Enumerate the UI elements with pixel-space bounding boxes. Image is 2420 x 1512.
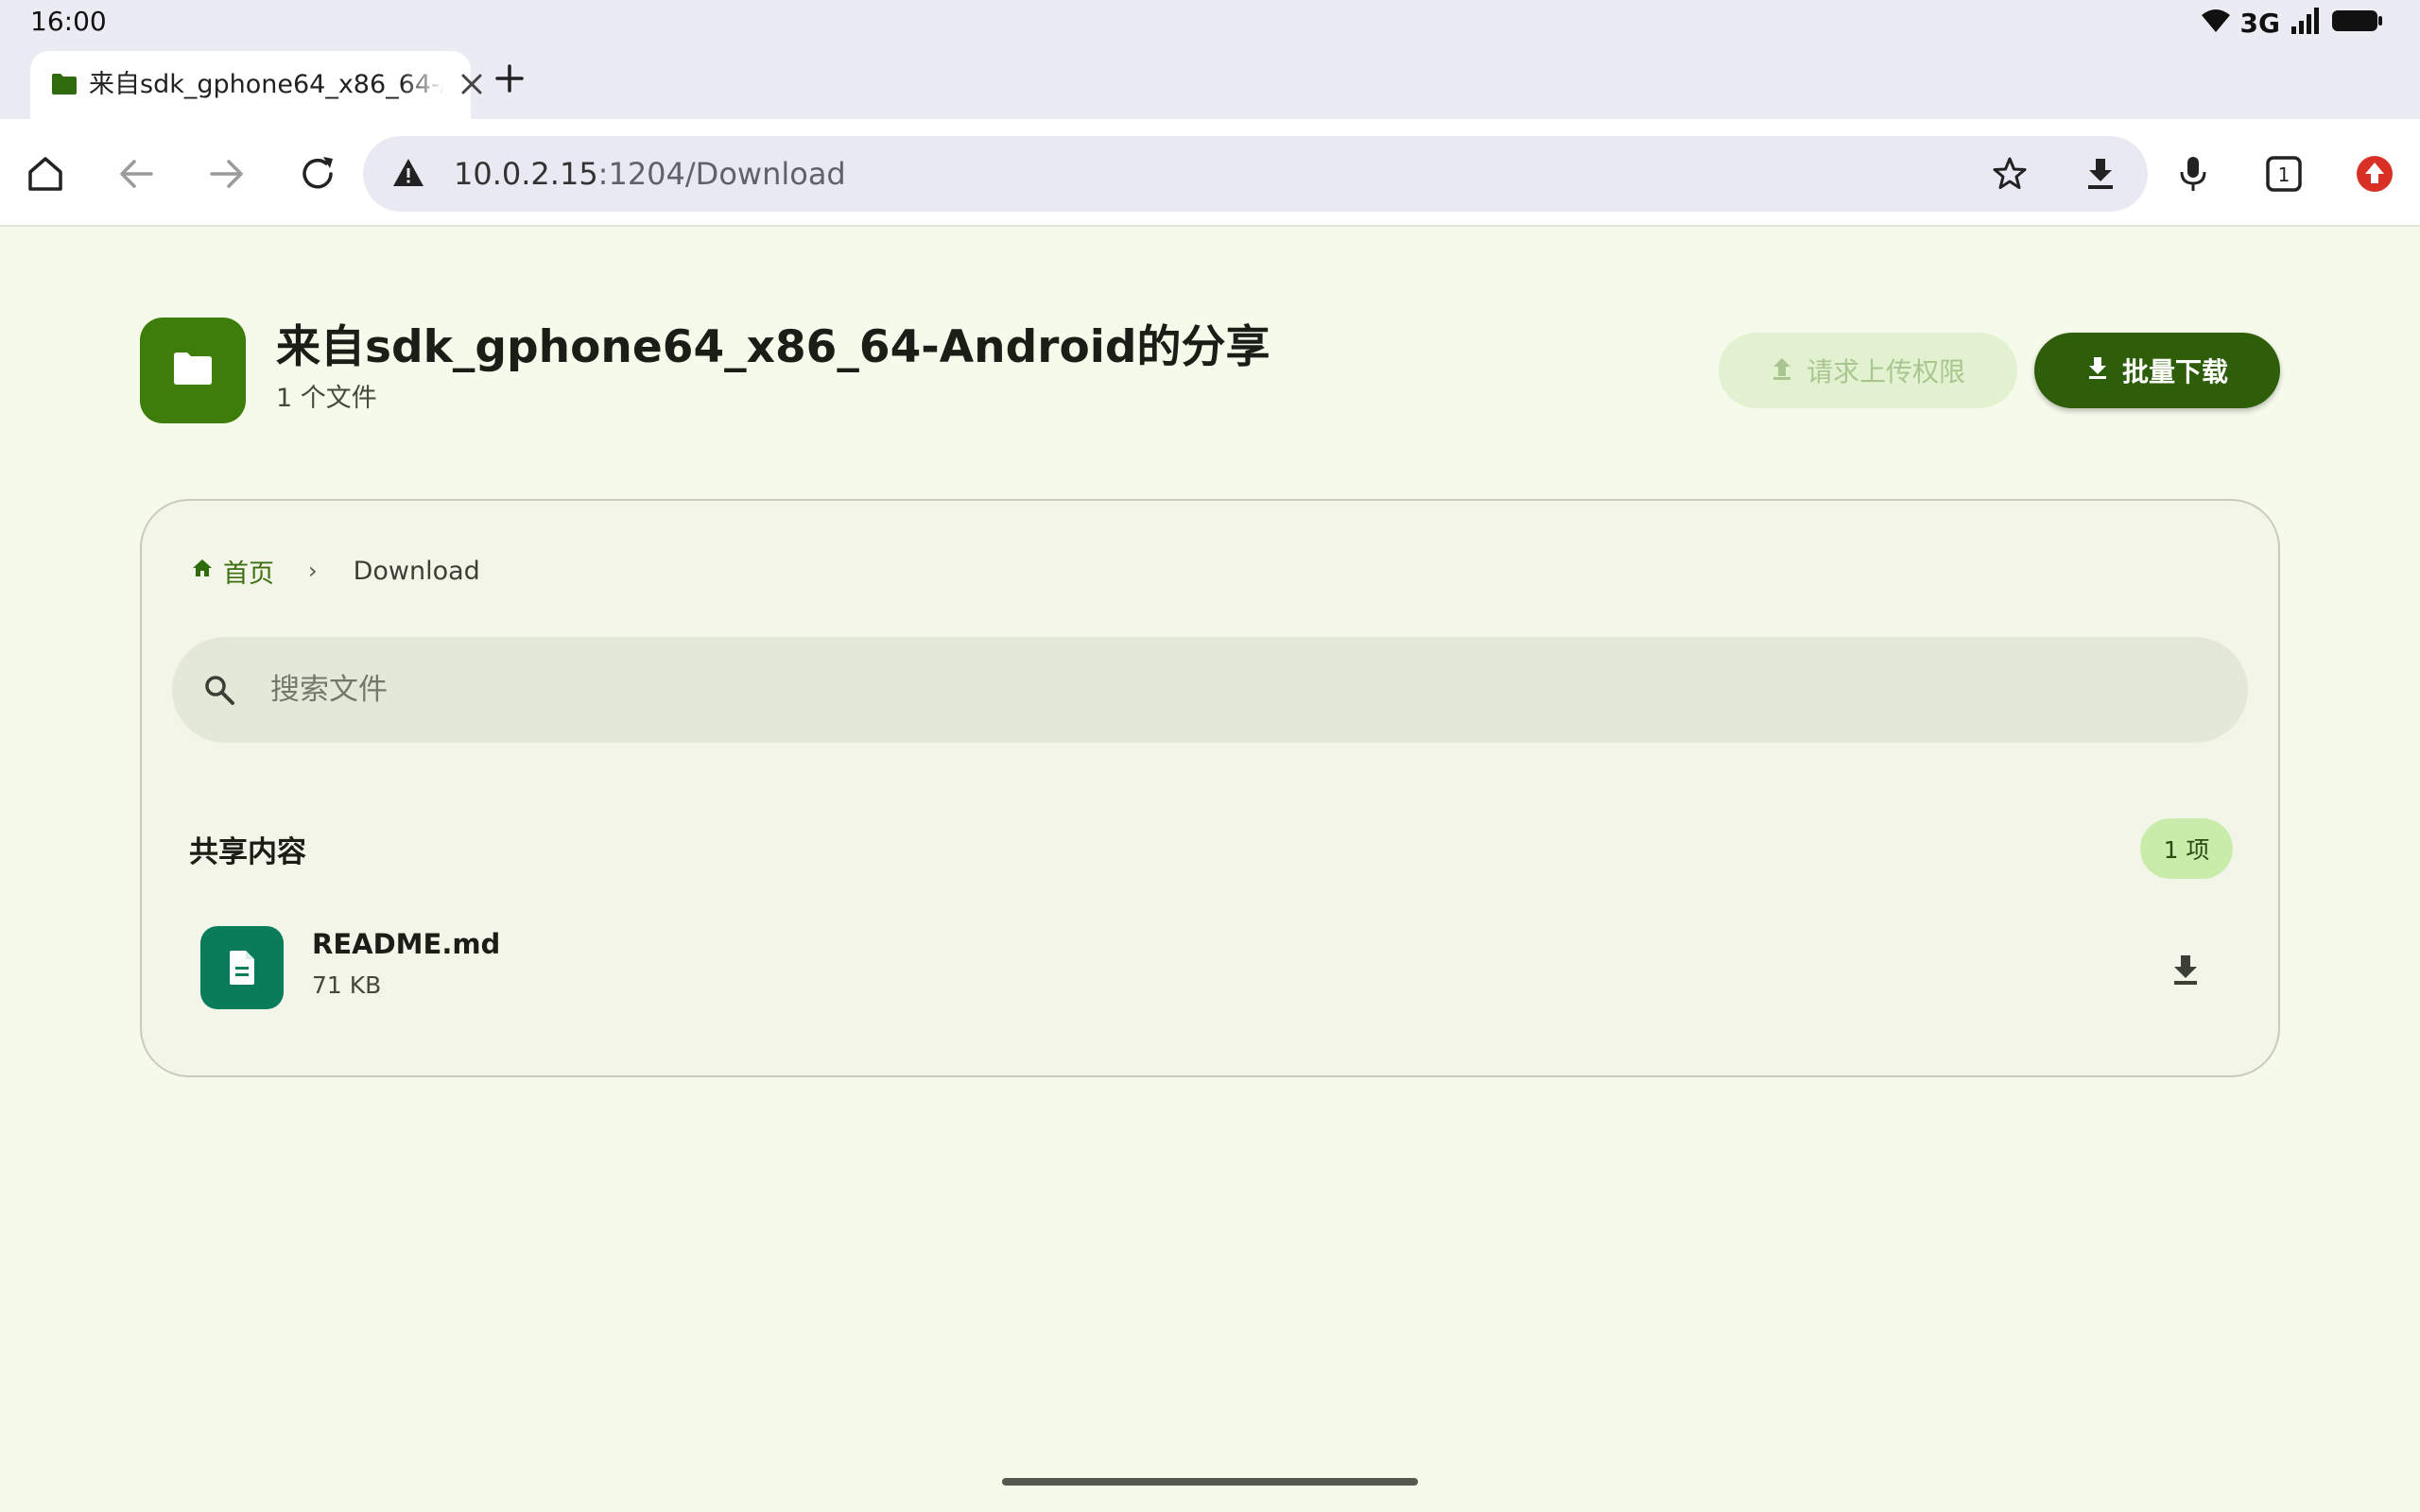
search-bar[interactable] bbox=[172, 637, 2248, 743]
request-upload-button[interactable]: 请求上传权限 bbox=[1719, 333, 2017, 408]
browser-toolbar: 10.0.2.15:1204/Download 1 bbox=[0, 119, 2420, 227]
tab-switcher-icon[interactable]: 1 bbox=[2263, 153, 2305, 195]
gesture-home-indicator[interactable] bbox=[1002, 1478, 1418, 1486]
section-title: 共享内容 bbox=[189, 835, 306, 869]
breadcrumb: 首页 › Download bbox=[191, 552, 480, 590]
breadcrumb-current: Download bbox=[353, 556, 480, 586]
url-host: 10.0.2.15 bbox=[454, 156, 598, 192]
home-icon[interactable] bbox=[25, 153, 66, 195]
mic-icon[interactable] bbox=[2172, 153, 2214, 195]
search-input[interactable] bbox=[270, 663, 2161, 716]
search-icon bbox=[202, 673, 236, 711]
batch-download-button[interactable]: 批量下载 bbox=[2034, 333, 2280, 408]
star-icon[interactable] bbox=[1991, 155, 2029, 197]
download-icon bbox=[2086, 355, 2109, 387]
batch-download-label: 批量下载 bbox=[2121, 356, 2228, 387]
download-icon[interactable] bbox=[2082, 155, 2119, 197]
close-icon[interactable] bbox=[458, 70, 486, 102]
address-bar[interactable]: 10.0.2.15:1204/Download bbox=[363, 136, 2148, 212]
url-text[interactable]: 10.0.2.15:1204/Download bbox=[454, 155, 846, 193]
network-type: 3G bbox=[2239, 7, 2280, 39]
plus-icon[interactable] bbox=[493, 62, 526, 98]
status-icons: 3G bbox=[2201, 7, 2384, 39]
folder-icon bbox=[172, 351, 214, 390]
browser-tab[interactable]: 来自sdk_gphone64_x86_64-Android的分享 bbox=[30, 51, 482, 119]
back-icon[interactable] bbox=[115, 153, 157, 195]
wifi-icon bbox=[2201, 8, 2231, 38]
home-icon bbox=[191, 557, 214, 586]
status-bar: 16:00 3G bbox=[0, 0, 2420, 43]
folder-icon bbox=[51, 72, 78, 100]
tab-title: 来自sdk_gphone64_x86_64-Android的分享 bbox=[89, 70, 444, 99]
breadcrumb-home-label: 首页 bbox=[223, 558, 274, 589]
folder-badge bbox=[140, 318, 246, 423]
file-download-icon[interactable] bbox=[2165, 949, 2206, 990]
breadcrumb-home[interactable]: 首页 bbox=[191, 553, 274, 590]
document-icon bbox=[200, 926, 284, 1009]
file-size: 71 KB bbox=[312, 971, 382, 999]
tab-strip: 来自sdk_gphone64_x86_64-Android的分享 bbox=[0, 43, 2420, 119]
upload-label: 请求上传权限 bbox=[1806, 356, 1965, 387]
file-name[interactable]: README.md bbox=[312, 928, 500, 960]
breadcrumb-separator: › bbox=[308, 558, 318, 584]
item-count-badge: 1 项 bbox=[2140, 818, 2233, 879]
signal-icon bbox=[2290, 8, 2322, 38]
page-title: 来自sdk_gphone64_x86_64-Android的分享 bbox=[276, 321, 1270, 373]
battery-icon bbox=[2331, 8, 2384, 38]
file-count: 1 个文件 bbox=[276, 384, 377, 413]
warning-icon[interactable] bbox=[391, 157, 425, 193]
url-path: :1204/Download bbox=[597, 156, 846, 192]
extension-icon[interactable] bbox=[2354, 153, 2395, 195]
file-row[interactable]: README.md 71 KB bbox=[176, 917, 2248, 1030]
status-time: 16:00 bbox=[30, 6, 107, 37]
upload-icon bbox=[1771, 355, 1793, 387]
forward-icon[interactable] bbox=[206, 153, 248, 195]
tab-count: 1 bbox=[2278, 163, 2290, 186]
file-browser-card: 首页 › Download 共享内容 1 项 README.md 71 KB bbox=[140, 499, 2280, 1077]
reload-icon[interactable] bbox=[297, 153, 338, 195]
